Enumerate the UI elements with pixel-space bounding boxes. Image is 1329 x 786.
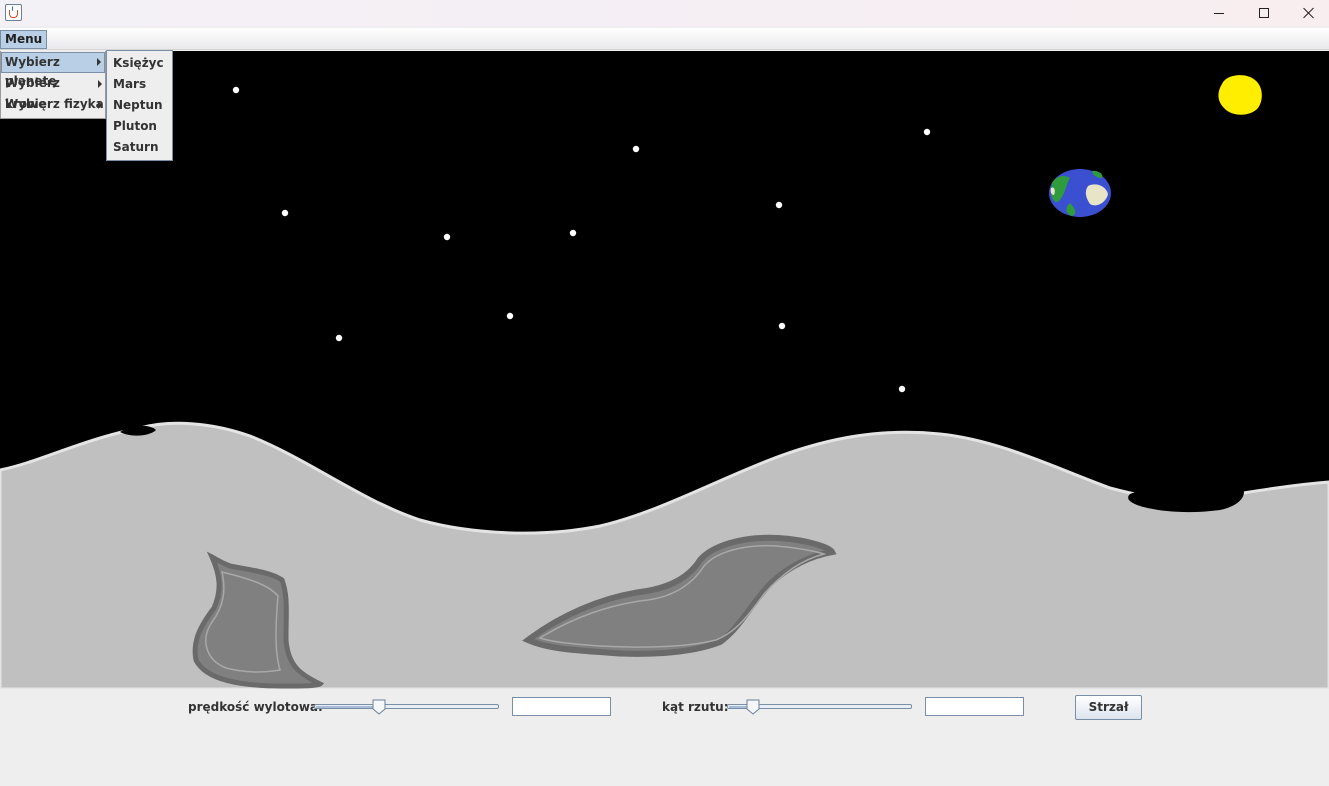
submenu-item-mars[interactable]: Mars — [107, 74, 172, 95]
submenu-arrow-icon — [98, 80, 102, 88]
menu-dropdown: Wybierz planetę Wybierz krowę Wybierz fi… — [0, 51, 106, 119]
planet-submenu: Księżyc Mars Neptun Pluton Saturn — [106, 50, 173, 161]
minimize-icon — [1213, 12, 1224, 14]
maximize-button[interactable] — [1241, 0, 1286, 26]
angle-slider[interactable] — [727, 699, 912, 715]
star — [506, 312, 514, 320]
submenu-item-pluto[interactable]: Pluton — [107, 116, 172, 137]
close-button[interactable] — [1286, 0, 1329, 26]
submenu-item-saturn[interactable]: Saturn — [107, 137, 172, 158]
menu-item-cow[interactable]: Wybierz krowę — [1, 73, 105, 111]
speed-label: prędkość wylotowa: — [188, 700, 323, 714]
menu-item-label: Wybierz fizyka — [5, 97, 104, 111]
shoot-button[interactable]: Strzał — [1075, 695, 1142, 720]
star — [281, 209, 289, 217]
star — [232, 86, 240, 94]
scene-canvas — [0, 75, 1329, 689]
angle-label: kąt rzutu: — [662, 700, 729, 714]
game-scene[interactable] — [0, 51, 1329, 689]
close-icon — [1303, 7, 1315, 19]
java-cup-icon — [5, 4, 22, 21]
star — [443, 233, 451, 241]
menu-root[interactable]: Menu — [0, 30, 48, 49]
submenu-arrow-icon — [97, 58, 101, 66]
star — [335, 334, 343, 342]
speed-slider[interactable] — [314, 699, 499, 715]
menu-bar: Menu — [0, 28, 1329, 50]
speed-input[interactable] — [512, 697, 611, 716]
stars — [232, 86, 931, 393]
submenu-arrow-icon — [98, 101, 102, 109]
controls-panel: prędkość wylotowa: kąt rzutu: Strzał — [0, 689, 1329, 786]
maximize-icon — [1258, 8, 1269, 18]
star — [898, 385, 906, 393]
submenu-item-neptune[interactable]: Neptun — [107, 95, 172, 116]
star — [569, 229, 577, 237]
star — [632, 145, 640, 153]
title-bar — [0, 0, 1329, 26]
star — [775, 201, 783, 209]
slider-thumb[interactable] — [746, 699, 760, 715]
star — [923, 128, 931, 136]
sun-icon — [1218, 75, 1262, 115]
angle-input[interactable] — [925, 697, 1024, 716]
menu-item-planet[interactable]: Wybierz planetę — [1, 52, 105, 88]
earth-icon — [1049, 169, 1111, 217]
slider-thumb[interactable] — [372, 699, 386, 715]
submenu-item-moon[interactable]: Księżyc — [107, 53, 172, 74]
star — [778, 322, 786, 330]
menu-item-physicist[interactable]: Wybierz fizyka — [1, 94, 105, 115]
minimize-button[interactable] — [1196, 0, 1241, 26]
